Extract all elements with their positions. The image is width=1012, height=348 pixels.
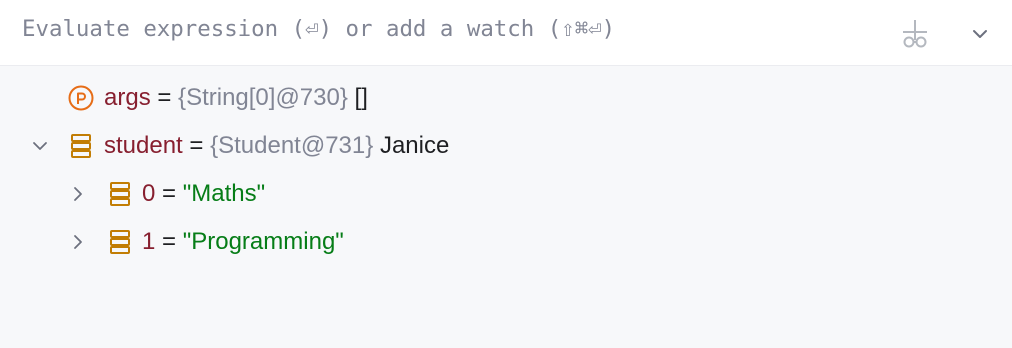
chevron-right-icon[interactable] [68,232,88,252]
equals-sign: = [189,132,204,159]
tree-row-text: 1 = "Programming" [142,218,344,266]
variable-name: student [104,132,183,159]
type-hint: {String[0]@730} [178,84,348,111]
string-value: "Maths" [182,180,266,207]
chevron-down-icon[interactable] [970,24,990,44]
variable-value: Janice [379,132,450,159]
variable-value: [] [354,84,368,111]
evaluate-expression-input[interactable]: Evaluate expression (⏎) or add a watch (… [22,16,615,42]
add-watch-icon[interactable] [898,18,932,50]
array-field-icon [110,230,130,254]
chevron-down-icon[interactable] [30,136,50,156]
chevron-right-icon[interactable] [68,184,88,204]
parameter-icon [68,85,94,111]
evaluate-expression-bar[interactable]: Evaluate expression (⏎) or add a watch (… [0,0,1012,66]
tree-row-args[interactable]: args = {String[0]@730} [] [0,74,1012,122]
tree-row-text: args = {String[0]@730} [] [104,74,368,122]
tree-row-text: 0 = "Maths" [142,170,265,218]
equals-sign: = [162,180,177,207]
variable-name: 1 [142,228,156,255]
variable-name: 0 [142,180,156,207]
tree-row-element-0[interactable]: 0 = "Maths" [0,170,1012,218]
array-field-icon [110,182,130,206]
array-field-icon [71,134,91,158]
tree-row-text: student = {Student@731} Janice [104,122,449,170]
tree-row-element-1[interactable]: 1 = "Programming" [0,218,1012,266]
variable-name: args [104,84,151,111]
debugger-variables-panel: Evaluate expression (⏎) or add a watch (… [0,0,1012,348]
string-value: "Programming" [182,228,344,255]
type-hint: {Student@731} [210,132,374,159]
equals-sign: = [157,84,172,111]
tree-row-student[interactable]: student = {Student@731} Janice [0,122,1012,170]
equals-sign: = [162,228,177,255]
